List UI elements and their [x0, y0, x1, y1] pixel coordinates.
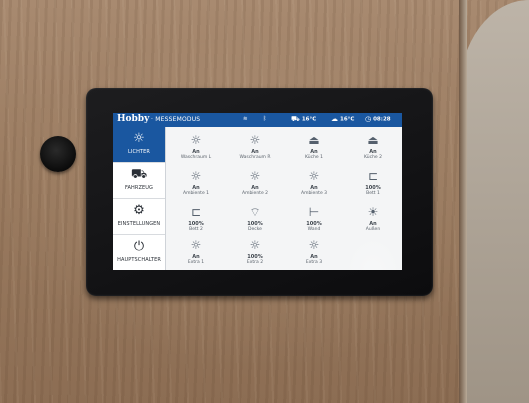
curved-wall-edge	[459, 0, 529, 403]
caravan-icon: ⛟	[130, 167, 148, 182]
light-tile-extra-3[interactable]: ☼ An Extra 3	[285, 236, 343, 270]
light-tile-ambiente-1[interactable]: ☼ An Ambiente 1	[167, 167, 225, 202]
mode-label: · MESSEMODUS	[151, 116, 201, 123]
light-tile-aussen[interactable]: ☀ An Außen	[344, 203, 402, 238]
wall-light-icon: ⊢	[308, 205, 320, 219]
wall-knob	[40, 136, 76, 172]
pot-icon: ⏏	[367, 133, 379, 147]
sidebar-item-einstellungen[interactable]: ⚙ EINSTELLUNGEN	[113, 199, 165, 235]
light-tile-waschraum-r[interactable]: ☼ An Waschraum R	[226, 131, 284, 166]
outside-temp: ⛟ 16°C	[291, 115, 317, 123]
sun-icon: ☼	[190, 133, 202, 147]
sidebar: ☼ LICHTER ⛟ FAHRZEUG ⚙ EINSTELLUNGEN ⏻ H…	[113, 127, 166, 270]
light-tile-wand[interactable]: ⊢ 100% Wand	[285, 203, 343, 238]
control-panel-screen: Hobby · MESSEMODUS ≋ ᛒ ⛟ 16°C ☁ 16°C ◷ 08:2…	[113, 113, 402, 270]
wifi-icon: ≋	[243, 116, 248, 122]
outdoor-light-icon: ☀	[367, 205, 379, 219]
light-tile-extra-2[interactable]: ☼ 100% Extra 2	[226, 236, 284, 270]
light-tile-bett-1[interactable]: ⊏ 100% Bett 1	[344, 167, 402, 202]
light-tile-ambiente-3[interactable]: ☼ An Ambiente 3	[285, 167, 343, 202]
status-bar: Hobby · MESSEMODUS ≋ ᛒ ⛟ 16°C ☁ 16°C ◷ 08:2…	[113, 113, 402, 127]
sun-icon: ☼	[249, 238, 261, 252]
pot-icon: ⏏	[308, 133, 320, 147]
caravan-icon: ⛟	[291, 115, 300, 123]
clock-icon: ◷	[365, 115, 372, 123]
power-icon: ⏻	[133, 239, 145, 254]
light-tile-bett-2[interactable]: ⊏ 100% Bett 2	[167, 203, 225, 238]
bluetooth-icon: ᛒ	[263, 116, 267, 122]
sun-icon: ☼	[249, 169, 261, 183]
light-tile-ambiente-2[interactable]: ☼ An Ambiente 2	[226, 167, 284, 202]
inside-temp: ☁ 16°C	[331, 115, 355, 123]
ceiling-light-icon: ⌔	[249, 205, 261, 219]
light-tile-kueche-1[interactable]: ⏏ An Küche 1	[285, 131, 343, 166]
light-tile-extra-1[interactable]: ☼ An Extra 1	[167, 236, 225, 270]
gears-icon: ⚙	[133, 203, 145, 218]
brand-logo: Hobby	[117, 114, 150, 124]
cloud-icon: ☁	[331, 115, 338, 123]
sun-icon: ☼	[249, 133, 261, 147]
sidebar-item-lichter[interactable]: ☼ LICHTER	[113, 127, 165, 163]
sun-icon: ☼	[190, 238, 202, 252]
screen-glare	[343, 233, 402, 270]
sun-icon: ☼	[190, 169, 202, 183]
bed-icon: ⊏	[367, 169, 379, 183]
light-tile-waschraum-l[interactable]: ☼ An Waschraum L	[167, 131, 225, 166]
sun-icon: ☼	[308, 169, 320, 183]
bed-icon: ⊏	[190, 205, 202, 219]
sun-icon: ☼	[133, 131, 145, 146]
clock: ◷ 08:28	[365, 115, 391, 123]
light-tile-decke[interactable]: ⌔ 100% Decke	[226, 203, 284, 238]
light-tile-kueche-2[interactable]: ⏏ An Küche 2	[344, 131, 402, 166]
sidebar-item-fahrzeug[interactable]: ⛟ FAHRZEUG	[113, 163, 165, 199]
sun-icon: ☼	[308, 238, 320, 252]
sidebar-item-hauptschalter[interactable]: ⏻ HAUPTSCHALTER	[113, 235, 165, 270]
